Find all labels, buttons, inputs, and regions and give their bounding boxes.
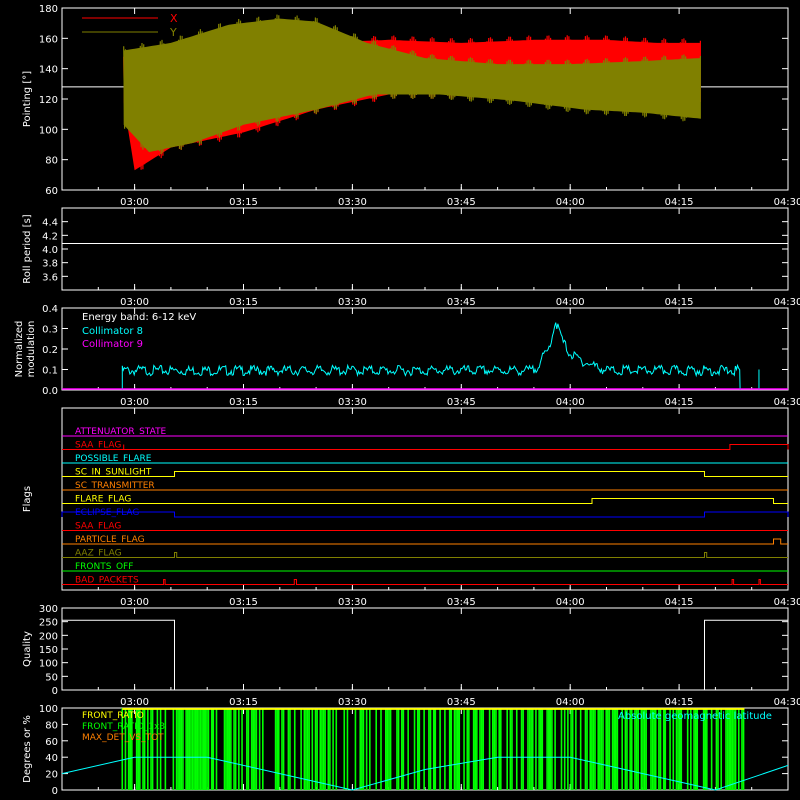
x-tick-label: 03:00 — [120, 697, 149, 708]
y-axis-label: Flags — [22, 486, 33, 512]
x-tick-label: 03:30 — [338, 397, 367, 408]
x-tick-label: 03:00 — [120, 297, 149, 308]
y-axis-label: Degrees or % — [22, 715, 33, 783]
x-tick-label: 04:30 — [774, 297, 800, 308]
x-tick-label: 04:30 — [774, 697, 800, 708]
x-tick-label: 04:15 — [665, 197, 694, 208]
x-tick-label: 04:00 — [556, 297, 585, 308]
y-axis-label: modulation — [26, 321, 37, 378]
y-tick-label: 180 — [39, 4, 58, 15]
x-tick-label: 04:00 — [556, 597, 585, 608]
y-axis-label: Pointing [°] — [22, 71, 33, 127]
y-axis-label: Normalized — [14, 321, 25, 378]
y-tick-label: 160 — [39, 34, 58, 45]
x-tick-label: 04:15 — [665, 597, 694, 608]
y-tick-label: 120 — [39, 95, 58, 106]
y-tick-label: 80 — [45, 720, 58, 731]
x-tick-label: 04:15 — [665, 697, 694, 708]
x-tick-label: 03:15 — [229, 597, 258, 608]
x-tick-label: 04:30 — [774, 597, 800, 608]
legend-label: X — [170, 12, 178, 25]
y-tick-label: 100 — [39, 704, 58, 715]
legend-label: Absolute geomagnetic latitude — [618, 711, 772, 722]
x-tick-label: 03:45 — [447, 397, 476, 408]
legend-label: MAX_DET_VS_TOT — [82, 733, 164, 743]
y-tick-label: 4.0 — [42, 245, 58, 256]
legend-label: FRONT_RATIO_1x3 — [82, 722, 165, 732]
y-tick-label: 4.4 — [42, 218, 58, 229]
y-axis-label: Roll period [s] — [22, 214, 33, 283]
y-tick-label: 0.1 — [42, 366, 58, 377]
x-tick-label: 03:45 — [447, 697, 476, 708]
legend-label: FRONT_RATIO — [82, 711, 144, 721]
x-tick-label: 03:15 — [229, 697, 258, 708]
y-tick-label: 60 — [45, 737, 58, 748]
legend-label: Y — [169, 26, 177, 39]
annotation: Energy band: 6-12 keV — [82, 312, 196, 323]
x-tick-label: 03:15 — [229, 297, 258, 308]
legend-label: Collimator 8 — [82, 326, 143, 337]
y-tick-label: 3.6 — [42, 272, 58, 283]
x-tick-label: 04:30 — [774, 397, 800, 408]
y-tick-label: 100 — [39, 659, 58, 670]
y-tick-label: 4.2 — [42, 231, 58, 242]
x-tick-label: 03:00 — [120, 397, 149, 408]
x-tick-label: 03:30 — [338, 697, 367, 708]
y-tick-label: 140 — [39, 65, 58, 76]
y-tick-label: 40 — [45, 753, 58, 764]
y-axis-label: Quality — [22, 631, 33, 667]
y-tick-label: 60 — [45, 186, 58, 197]
y-tick-label: 0.3 — [42, 325, 58, 336]
y-tick-label: 100 — [39, 125, 58, 136]
y-tick-label: 20 — [45, 770, 58, 781]
x-tick-label: 04:00 — [556, 397, 585, 408]
x-tick-label: 04:15 — [665, 397, 694, 408]
x-tick-label: 04:30 — [774, 197, 800, 208]
x-tick-label: 03:00 — [120, 197, 149, 208]
y-tick-label: 0 — [52, 786, 58, 797]
x-tick-label: 04:00 — [556, 197, 585, 208]
x-tick-label: 04:15 — [665, 297, 694, 308]
x-tick-label: 03:00 — [120, 597, 149, 608]
y-tick-label: 0.4 — [42, 304, 58, 315]
x-tick-label: 03:30 — [338, 297, 367, 308]
y-tick-label: 0.2 — [42, 345, 58, 356]
y-tick-label: 0 — [52, 686, 58, 697]
flag-label: ECLIPSE_FLAG — [75, 508, 139, 518]
x-tick-label: 03:30 — [338, 597, 367, 608]
x-tick-label: 04:00 — [556, 697, 585, 708]
y-tick-label: 300 — [39, 604, 58, 615]
chart-canvas: 03:00 03:15 03:30 03:45 04:00 04:15 04:30 60 80 1… — [0, 0, 800, 800]
legend-label: Collimator 9 — [82, 339, 143, 350]
x-tick-label: 03:15 — [229, 397, 258, 408]
y-tick-label: 3.8 — [42, 259, 58, 270]
y-tick-label: 50 — [45, 672, 58, 683]
y-tick-label: 150 — [39, 645, 58, 656]
y-tick-label: 200 — [39, 631, 58, 642]
y-tick-label: 250 — [39, 618, 58, 629]
y-tick-label: 80 — [45, 156, 58, 167]
x-tick-label: 03:45 — [447, 197, 476, 208]
y-tick-label: 0.0 — [42, 386, 58, 397]
x-tick-label: 03:30 — [338, 197, 367, 208]
x-tick-label: 03:45 — [447, 597, 476, 608]
x-tick-label: 03:45 — [447, 297, 476, 308]
x-tick-label: 03:15 — [229, 197, 258, 208]
